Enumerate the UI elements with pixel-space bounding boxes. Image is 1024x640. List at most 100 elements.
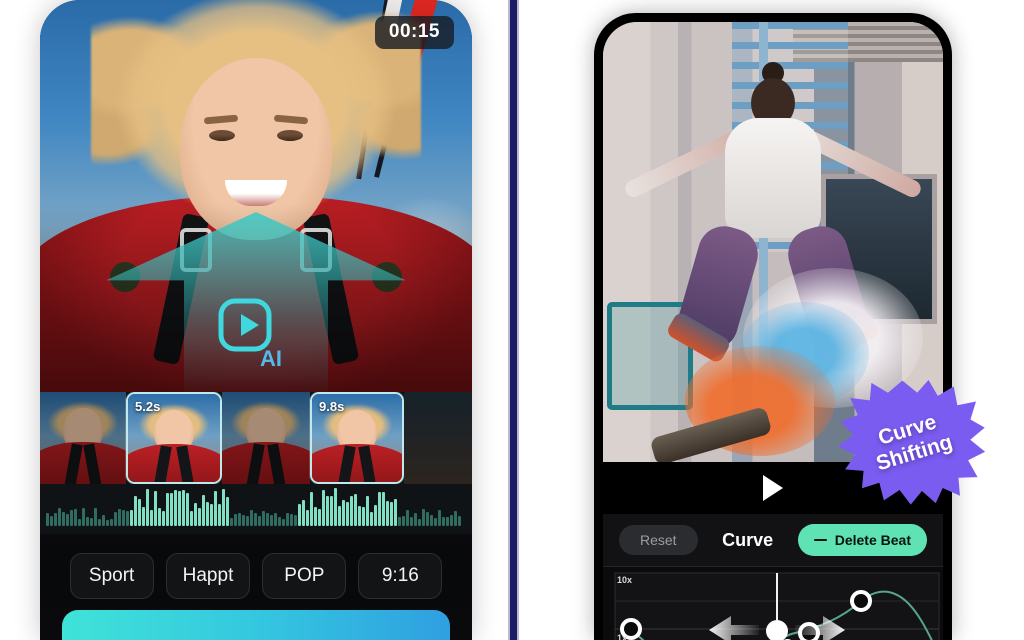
waveform-bar (86, 517, 89, 526)
waveform-bar (298, 504, 301, 526)
minus-icon (813, 539, 827, 541)
waveform-bar (138, 499, 141, 526)
waveform-bar (90, 518, 93, 526)
waveform-bar (106, 520, 109, 526)
waveform-bar (58, 508, 61, 526)
timeline-clip-selected[interactable]: 9.8s (310, 392, 404, 484)
waveform-bar (314, 507, 317, 526)
waveform-bar (350, 496, 353, 526)
waveform-bar (82, 508, 85, 526)
waveform-bar (410, 517, 413, 526)
clip-duration-label: 9.8s (319, 399, 345, 414)
waveform-bar (330, 496, 333, 526)
timeline-clip[interactable] (40, 392, 126, 484)
clip-strap-left (246, 443, 265, 484)
right-phone-screen: Reset Curve Delete Beat 10x 1x (603, 22, 943, 640)
waveform-bar (186, 493, 189, 526)
waveform-bar (402, 516, 405, 526)
curve-editor[interactable]: 10x 1x (603, 566, 943, 640)
chip-pop[interactable]: POP (262, 553, 347, 599)
waveform-bar (178, 491, 181, 526)
waveform-bar (362, 507, 365, 526)
clip-hair (222, 394, 310, 452)
chip-sport[interactable]: Sport (69, 553, 154, 599)
ai-video-logo-icon: AI (218, 298, 282, 371)
play-icon[interactable] (763, 475, 783, 501)
waveform-bar (378, 492, 381, 526)
waveform-bar (266, 513, 269, 526)
waveform-bar (450, 515, 453, 526)
waveform-bar (194, 503, 197, 526)
panel-title: Curve (722, 529, 774, 550)
waveform-bar (210, 504, 213, 526)
waveform-bar (306, 510, 309, 526)
waveform-bar (254, 513, 257, 526)
waveform-bar (322, 490, 325, 526)
waveform-bar (370, 512, 373, 526)
preset-chip-row: Sport Happt POP 9:16 (40, 546, 472, 606)
waveform-bar (214, 491, 217, 526)
waveform-bar (334, 488, 337, 526)
waveform-bar (342, 500, 345, 526)
waveform-bar (354, 494, 357, 526)
clip-thumbnail (40, 392, 126, 484)
primary-cta-button[interactable] (62, 610, 450, 640)
waveform-bar (134, 496, 137, 526)
waveform-bar (390, 502, 393, 526)
clip-strap-left (63, 443, 83, 484)
audio-waveform[interactable] (40, 484, 472, 534)
waveform-bar (62, 512, 65, 526)
clip-body (40, 442, 126, 484)
waveform-bar (46, 513, 49, 526)
waveform-bar (338, 506, 341, 526)
clip-hair (40, 394, 126, 452)
waveform-bar (438, 510, 441, 526)
timeline-clip[interactable] (222, 392, 310, 484)
waveform-bar (102, 515, 105, 526)
waveform-bar (222, 489, 225, 526)
delete-beat-label: Delete Beat (834, 532, 911, 548)
waveform-bar (182, 490, 185, 526)
clip-strap-right (83, 443, 103, 484)
waveform-bar (302, 500, 305, 526)
waveform-bar (366, 496, 369, 526)
timeline-clip[interactable] (404, 392, 472, 484)
timeline-clip-selected[interactable]: 5.2s (126, 392, 222, 484)
curve-control-bar: Reset Curve Delete Beat (603, 514, 943, 566)
waveform-bar (394, 499, 397, 526)
waveform-bar (434, 518, 437, 526)
waveform-bar (358, 506, 361, 526)
delete-beat-button[interactable]: Delete Beat (797, 524, 927, 556)
waveform-bar (382, 492, 385, 526)
clip-face (63, 408, 103, 454)
screenshot-stage: AI 00:15 5.2s 9.8s Sport Happt POP 9:16 … (0, 0, 1024, 640)
curve-graph[interactable] (609, 571, 943, 640)
skater-torso (725, 118, 821, 238)
waveform-bar (142, 507, 145, 526)
clip-duration-label: 5.2s (135, 399, 161, 414)
waveform-bar (250, 510, 253, 526)
waveform-bar (50, 516, 53, 526)
waveform-bar (226, 497, 229, 526)
chip-happt[interactable]: Happt (165, 553, 251, 599)
panel-divider (508, 0, 519, 640)
waveform-bar (130, 510, 133, 526)
waveform-bar (74, 509, 77, 526)
waveform-bar (158, 508, 161, 526)
video-preview[interactable]: AI 00:15 (40, 0, 472, 392)
waveform-bar (190, 511, 193, 526)
waveform-bar (310, 492, 313, 526)
waveform-bar (206, 502, 209, 526)
waveform-bar (218, 504, 221, 526)
clip-timeline-strip[interactable]: 5.2s 9.8s (40, 392, 472, 484)
waveform-bar (282, 519, 285, 526)
waveform-bar (262, 511, 265, 526)
waveform-bar (94, 508, 97, 526)
reset-button[interactable]: Reset (619, 525, 698, 555)
waveform-bar (162, 511, 165, 526)
waveform-bar (242, 515, 245, 526)
waveform-bar (202, 495, 205, 526)
curve-shifting-badge: Curve Shifting (828, 368, 994, 516)
waveform-bar (274, 513, 277, 526)
chip-aspect-ratio[interactable]: 9:16 (358, 553, 443, 599)
